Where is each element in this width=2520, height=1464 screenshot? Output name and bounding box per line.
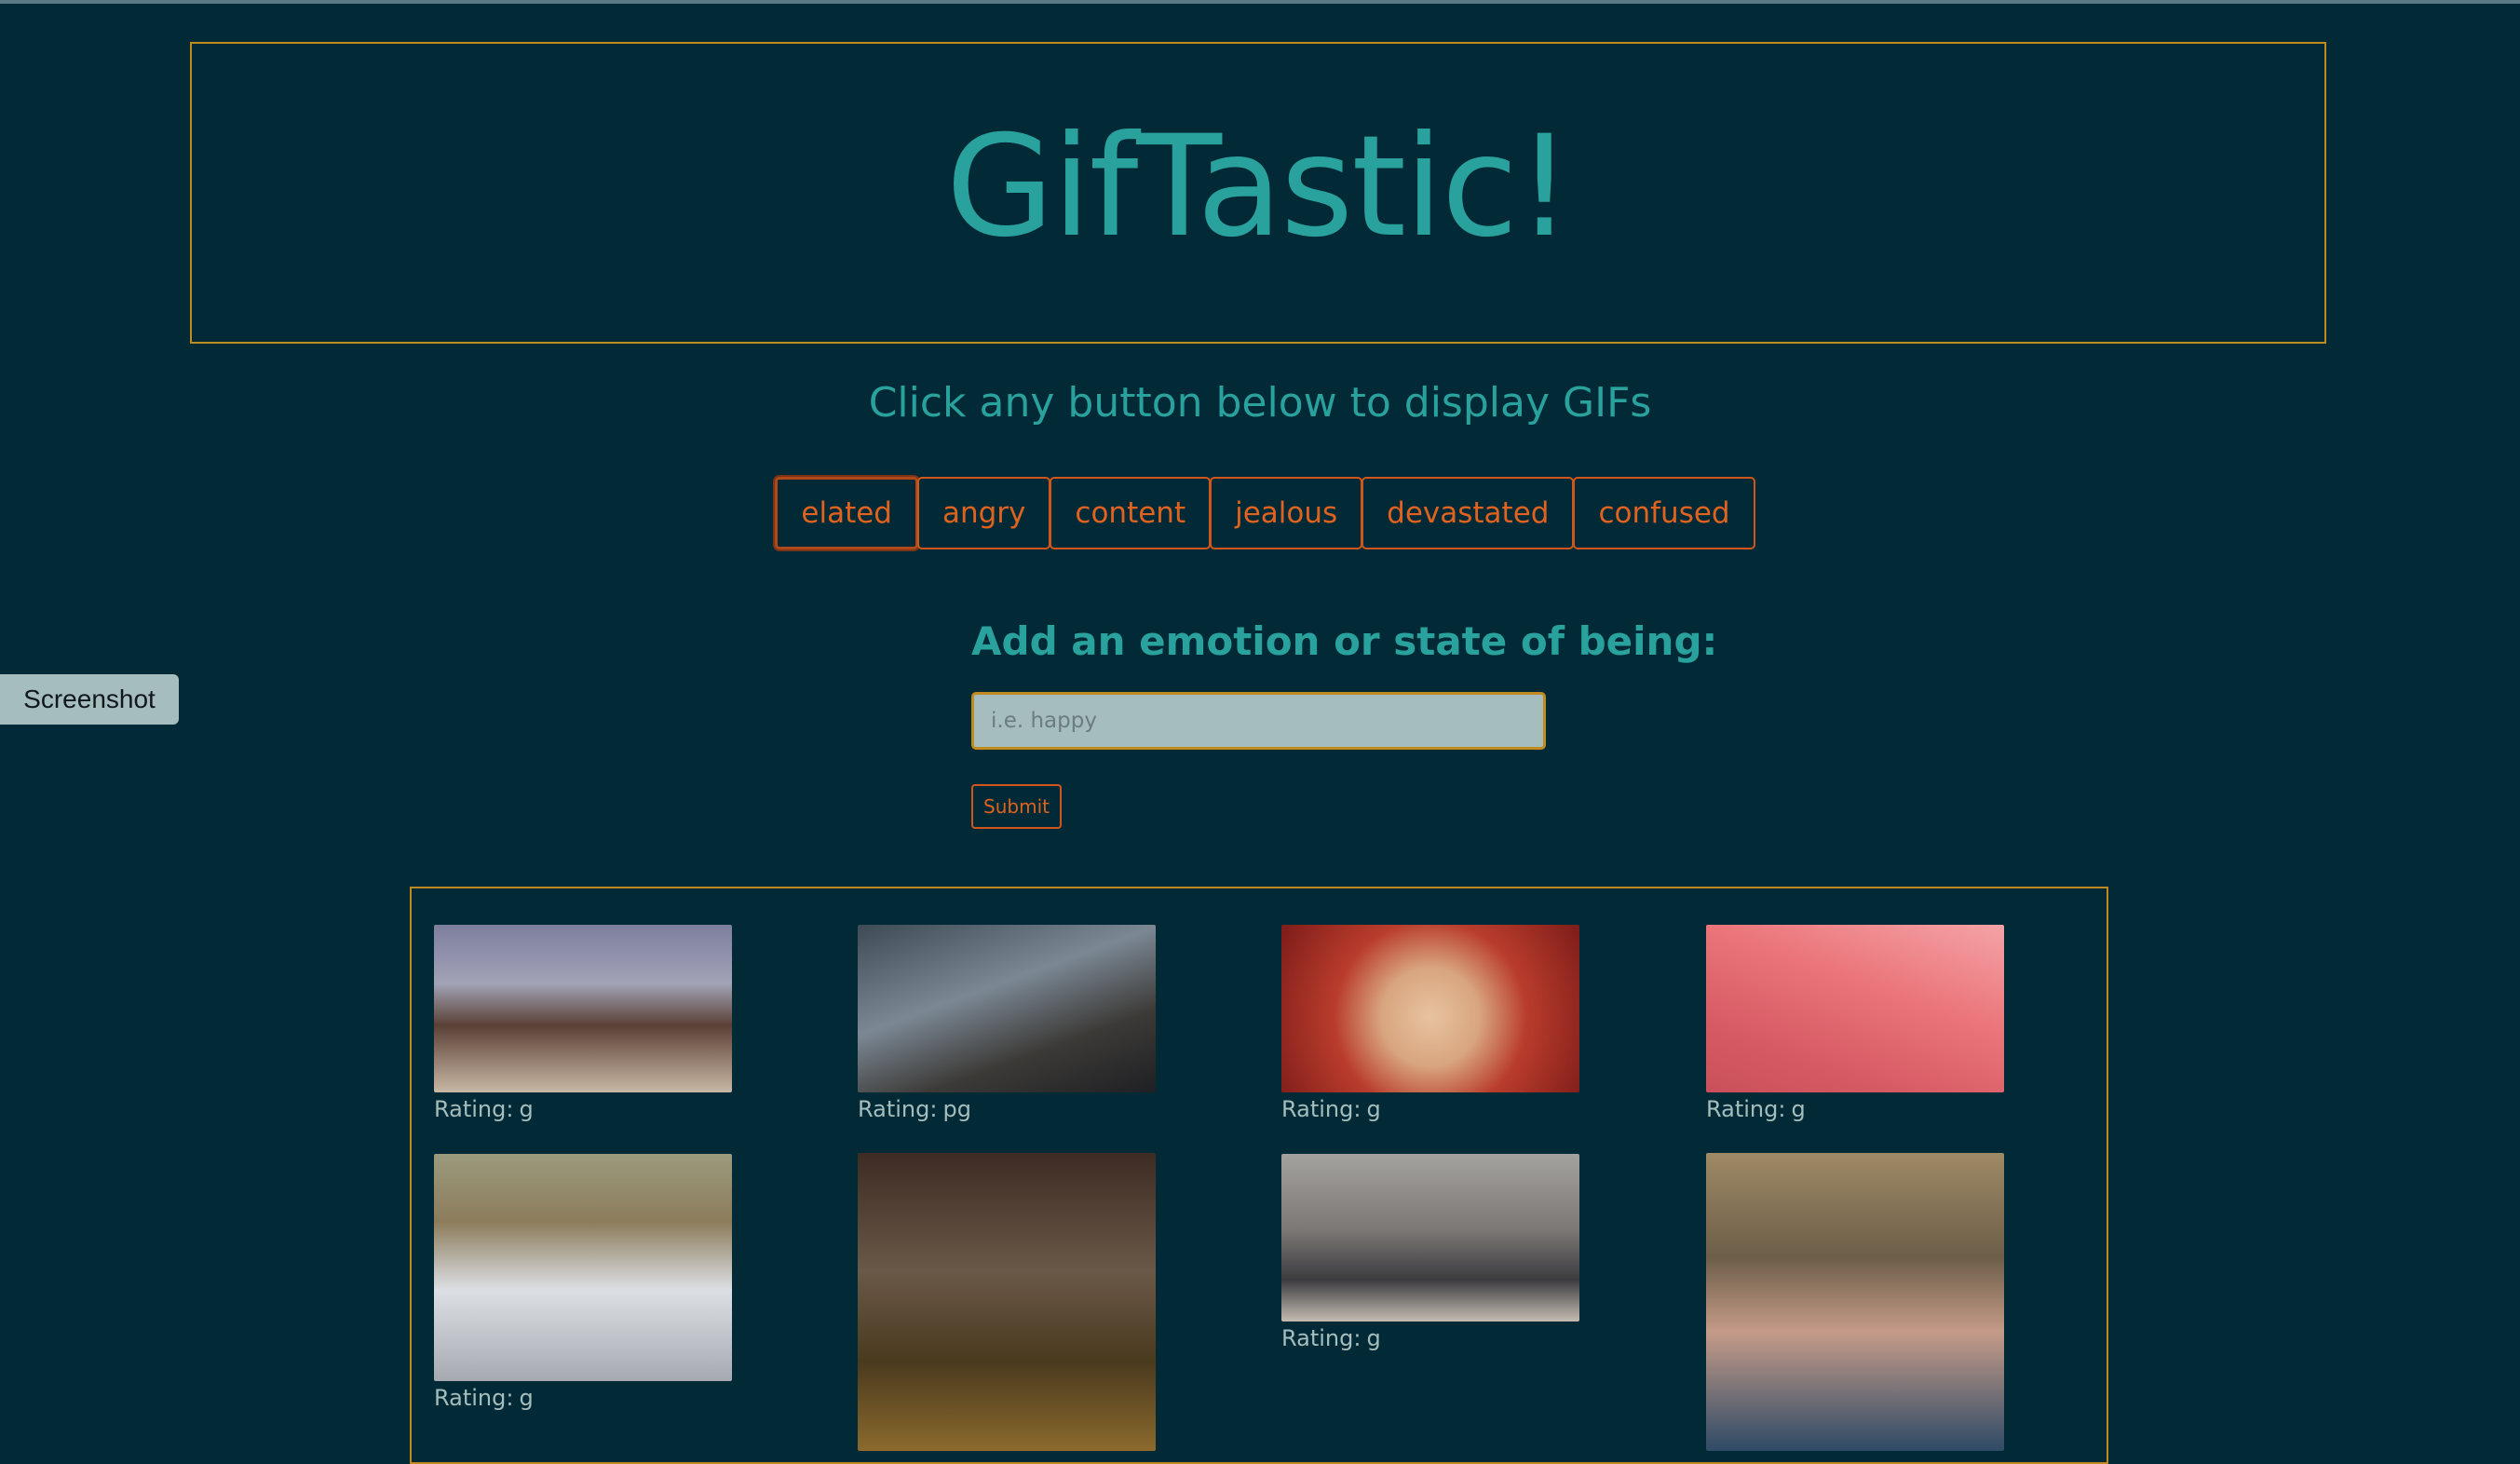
gif-card: Rating: g xyxy=(1281,1154,1579,1351)
emotion-input[interactable] xyxy=(971,692,1546,750)
submit-button[interactable]: Submit xyxy=(971,784,1062,829)
gif-card: Rating: pg xyxy=(858,925,1156,1122)
gif-card xyxy=(858,1153,1156,1451)
gif-rating: Rating: g xyxy=(434,1385,534,1411)
instructions-text: Click any button below to display GIFs xyxy=(868,379,1652,427)
gif-card: Rating: g xyxy=(1281,925,1579,1122)
gif-card: Rating: g xyxy=(434,925,732,1122)
screenshot-tab[interactable]: Screenshot xyxy=(0,674,179,725)
emotion-button-jealous[interactable]: jealous xyxy=(1210,477,1363,549)
gif-image[interactable] xyxy=(1281,925,1579,1092)
emotion-button-content[interactable]: content xyxy=(1050,477,1212,549)
gif-rating: Rating: pg xyxy=(858,1096,971,1122)
header-box: GifTastic! xyxy=(190,42,2326,344)
gif-card: Rating: g xyxy=(1706,925,2004,1122)
gif-card: Rating: g xyxy=(434,1154,732,1411)
page-title: GifTastic! xyxy=(945,106,1573,268)
gif-image[interactable] xyxy=(1281,1154,1579,1322)
gif-image[interactable] xyxy=(1706,925,2004,1092)
emotion-button-row: elated angry content jealous devastated … xyxy=(0,477,2520,549)
gif-rating: Rating: g xyxy=(1706,1096,1806,1122)
emotion-button-devastated[interactable]: devastated xyxy=(1362,477,1575,549)
emotion-button-angry[interactable]: angry xyxy=(916,477,1051,549)
gif-image[interactable] xyxy=(858,925,1156,1092)
emotion-button-confused[interactable]: confused xyxy=(1573,477,1755,549)
emotion-button-elated[interactable]: elated xyxy=(775,477,918,549)
gif-rating: Rating: g xyxy=(1281,1325,1381,1351)
gif-rating: Rating: g xyxy=(1281,1096,1381,1122)
gif-image[interactable] xyxy=(1706,1153,2004,1451)
gif-image[interactable] xyxy=(858,1153,1156,1451)
gif-rating: Rating: g xyxy=(434,1096,534,1122)
gif-image[interactable] xyxy=(434,1154,732,1381)
add-emotion-label: Add an emotion or state of being: xyxy=(971,618,1718,664)
gif-results-container: Rating: g Rating: pg Rating: g Rating: g Rat… xyxy=(410,887,2108,1464)
gif-card xyxy=(1706,1153,2004,1451)
gif-image[interactable] xyxy=(434,925,732,1092)
